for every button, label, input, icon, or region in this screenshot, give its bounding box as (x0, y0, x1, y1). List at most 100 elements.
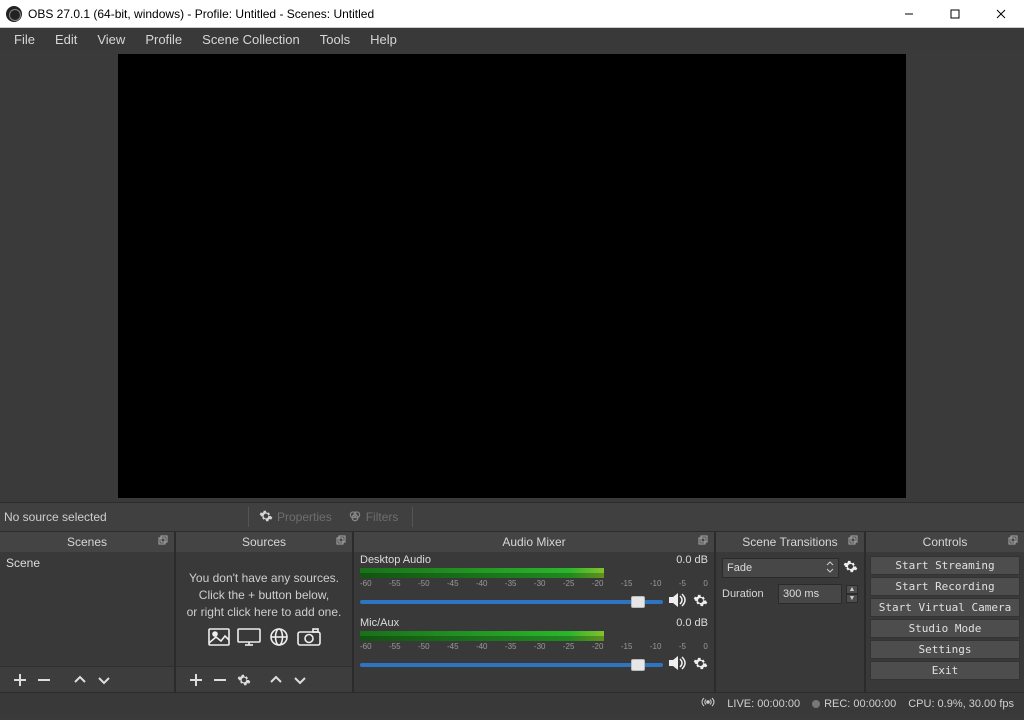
speaker-icon[interactable] (669, 655, 687, 674)
menu-help[interactable]: Help (360, 30, 407, 49)
channel-name: Desktop Audio (360, 554, 431, 566)
scenes-toolbar (0, 666, 174, 692)
filters-icon (348, 509, 362, 526)
chevron-updown-icon (826, 561, 834, 576)
preview-area (0, 50, 1024, 502)
display-source-icon (236, 626, 262, 648)
chevron-up-icon[interactable]: ▲ (846, 585, 858, 594)
controls-body: Start Streaming Start Recording Start Vi… (866, 552, 1024, 692)
sources-empty-line2: Click the + button below, (182, 587, 346, 604)
remove-source-button[interactable] (208, 668, 232, 692)
status-live: LIVE: 00:00:00 (727, 698, 800, 710)
popout-icon[interactable] (848, 535, 860, 547)
docks-row: Scenes Scene Sources You don't have any … (0, 532, 1024, 692)
start-virtual-camera-button[interactable]: Start Virtual Camera (870, 598, 1020, 617)
browser-source-icon (266, 626, 292, 648)
gear-icon[interactable] (693, 656, 708, 674)
scenes-dock: Scenes Scene (0, 532, 176, 692)
gear-icon[interactable] (693, 593, 708, 611)
meter-ticks: -60-55-50-45-40-35-30-25-20-15-10-50 (360, 579, 708, 588)
chevron-down-icon[interactable]: ▼ (846, 594, 858, 603)
sources-empty-line1: You don't have any sources. (182, 570, 346, 587)
transition-select[interactable]: Fade (722, 558, 839, 578)
transition-selected: Fade (727, 562, 752, 574)
rec-indicator-icon (812, 700, 820, 708)
popout-icon[interactable] (1008, 535, 1020, 547)
exit-button[interactable]: Exit (870, 661, 1020, 680)
menu-view[interactable]: View (87, 30, 135, 49)
close-button[interactable] (978, 0, 1024, 28)
window-title: OBS 27.0.1 (64-bit, windows) - Profile: … (28, 7, 886, 21)
source-selection-status: No source selected (0, 510, 248, 524)
move-scene-down-button[interactable] (92, 668, 116, 692)
duration-value: 300 ms (783, 588, 819, 600)
menu-file[interactable]: File (4, 30, 45, 49)
add-source-button[interactable] (184, 668, 208, 692)
sources-empty-line3: or right click here to add one. (182, 604, 346, 621)
popout-icon[interactable] (336, 535, 348, 547)
controls-title-label: Controls (923, 535, 968, 549)
filters-label: Filters (366, 510, 399, 524)
minimize-button[interactable] (886, 0, 932, 28)
mixer-body: Desktop Audio 0.0 dB -60-55-50-45-40-35-… (354, 552, 714, 692)
volume-slider[interactable] (360, 663, 663, 667)
volume-meter (360, 568, 708, 578)
properties-label: Properties (277, 510, 332, 524)
start-recording-button[interactable]: Start Recording (870, 577, 1020, 596)
status-cpu: CPU: 0.9%, 30.00 fps (908, 698, 1014, 710)
transitions-dock: Scene Transitions Fade Duration 300 ms ▲… (716, 532, 866, 692)
gear-icon[interactable] (843, 559, 858, 577)
scenes-title-label: Scenes (67, 535, 107, 549)
scenes-title: Scenes (0, 532, 174, 552)
image-source-icon (206, 626, 232, 648)
scene-item[interactable]: Scene (0, 552, 174, 574)
obs-icon (6, 6, 22, 22)
settings-button[interactable]: Settings (870, 640, 1020, 659)
scenes-list[interactable]: Scene (0, 552, 174, 666)
divider (248, 507, 249, 527)
duration-stepper[interactable]: ▲ ▼ (846, 585, 858, 603)
move-source-up-button[interactable] (264, 668, 288, 692)
preview-canvas[interactable] (118, 54, 906, 498)
channel-name: Mic/Aux (360, 617, 399, 629)
move-scene-up-button[interactable] (68, 668, 92, 692)
mixer-channel: Mic/Aux 0.0 dB -60-55-50-45-40-35-30-25-… (360, 617, 708, 674)
transitions-body: Fade Duration 300 ms ▲ ▼ (716, 552, 864, 692)
gear-icon (259, 509, 273, 526)
volume-slider[interactable] (360, 600, 663, 604)
volume-meter (360, 631, 708, 641)
sources-dock: Sources You don't have any sources. Clic… (176, 532, 354, 692)
menu-profile[interactable]: Profile (135, 30, 192, 49)
duration-input[interactable]: 300 ms (778, 584, 842, 604)
controls-dock: Controls Start Streaming Start Recording… (866, 532, 1024, 692)
controls-title: Controls (866, 532, 1024, 552)
mixer-title: Audio Mixer (354, 532, 714, 552)
properties-button[interactable]: Properties (251, 505, 340, 529)
transitions-title-label: Scene Transitions (742, 535, 837, 549)
sources-title-label: Sources (242, 535, 286, 549)
menu-edit[interactable]: Edit (45, 30, 87, 49)
source-settings-button[interactable] (232, 668, 256, 692)
speaker-icon[interactable] (669, 592, 687, 611)
filters-button[interactable]: Filters (340, 505, 407, 529)
sources-list[interactable]: You don't have any sources. Click the + … (176, 552, 352, 666)
start-streaming-button[interactable]: Start Streaming (870, 556, 1020, 575)
sources-toolbar (176, 666, 352, 692)
studio-mode-button[interactable]: Studio Mode (870, 619, 1020, 638)
popout-icon[interactable] (158, 535, 170, 547)
mixer-channel: Desktop Audio 0.0 dB -60-55-50-45-40-35-… (360, 554, 708, 611)
camera-source-icon (296, 626, 322, 648)
meter-ticks: -60-55-50-45-40-35-30-25-20-15-10-50 (360, 642, 708, 651)
menu-scene-collection[interactable]: Scene Collection (192, 30, 310, 49)
audio-mixer-dock: Audio Mixer Desktop Audio 0.0 dB -60-55-… (354, 532, 716, 692)
status-rec: REC: 00:00:00 (824, 698, 896, 710)
remove-scene-button[interactable] (32, 668, 56, 692)
maximize-button[interactable] (932, 0, 978, 28)
add-scene-button[interactable] (8, 668, 32, 692)
window-titlebar: OBS 27.0.1 (64-bit, windows) - Profile: … (0, 0, 1024, 28)
menu-tools[interactable]: Tools (310, 30, 360, 49)
popout-icon[interactable] (698, 535, 710, 547)
sources-title: Sources (176, 532, 352, 552)
move-source-down-button[interactable] (288, 668, 312, 692)
status-bar: LIVE: 00:00:00 REC: 00:00:00 CPU: 0.9%, … (0, 692, 1024, 714)
